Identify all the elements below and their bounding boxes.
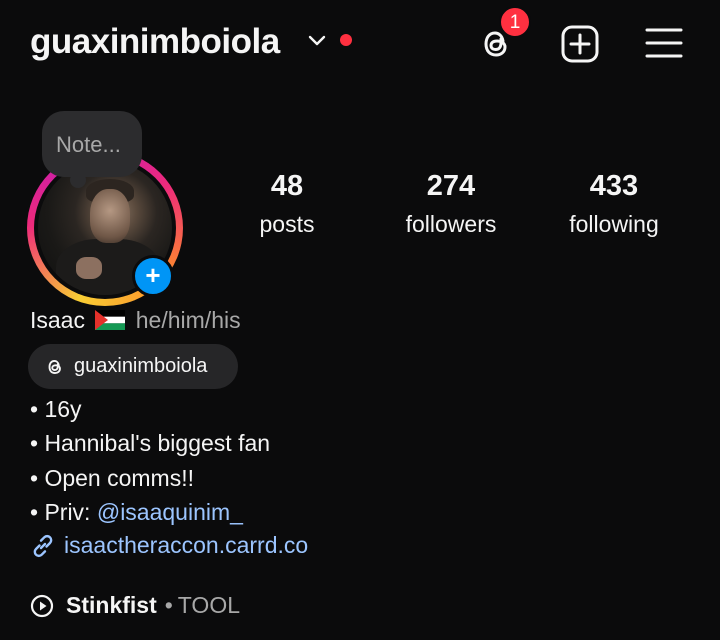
profile-username[interactable]: guaxinimboiola (30, 22, 280, 62)
following-label: following (569, 211, 659, 237)
threads-handle: guaxinimboiola (74, 355, 208, 377)
stat-posts[interactable]: 48 posts (217, 170, 357, 238)
palestine-flag-icon (95, 310, 126, 330)
bio-line-priv: • Priv: @isaaquinim_ (30, 499, 243, 526)
note-placeholder[interactable]: Note... (56, 132, 121, 158)
threads-profile-chip[interactable]: guaxinimboiola (28, 344, 238, 389)
posts-label: posts (259, 211, 315, 237)
threads-icon (48, 359, 61, 374)
followers-label: followers (405, 211, 497, 237)
song-title: Stinkfist (66, 592, 157, 618)
menu-icon[interactable] (644, 24, 684, 64)
bio-line: • Open comms!! (30, 465, 194, 491)
song-separator: • (164, 592, 173, 618)
priv-prefix: • Priv: (30, 499, 97, 525)
account-notification-dot (340, 34, 352, 46)
song-artist: TOOL (177, 592, 241, 618)
priv-mention-link[interactable]: @isaaquinim_ (97, 499, 243, 525)
followers-count: 274 (426, 170, 476, 202)
display-name: Isaac (30, 307, 85, 333)
link-icon (33, 534, 53, 557)
profile-name-line: Isaac he/him/his (30, 307, 241, 334)
add-story-button[interactable]: + (132, 255, 174, 297)
bio-line: • 16y (30, 396, 82, 422)
play-icon (30, 594, 54, 617)
bio-link[interactable]: isaactheraccon.carrd.co (30, 532, 308, 559)
bio-line: • Hannibal's biggest fan (30, 430, 271, 456)
stat-following[interactable]: 433 following (544, 170, 684, 238)
profile-music[interactable]: Stinkfist • TOOL (30, 592, 240, 619)
following-count: 433 (589, 170, 639, 202)
chevron-down-icon[interactable] (306, 30, 328, 52)
pronouns: he/him/his (135, 307, 241, 333)
posts-count: 48 (270, 170, 304, 202)
threads-notification-badge: 1 (499, 6, 531, 38)
add-post-icon[interactable] (560, 24, 600, 64)
stat-followers[interactable]: 274 followers (381, 170, 521, 238)
bio-link-text[interactable]: isaactheraccon.carrd.co (64, 532, 308, 559)
